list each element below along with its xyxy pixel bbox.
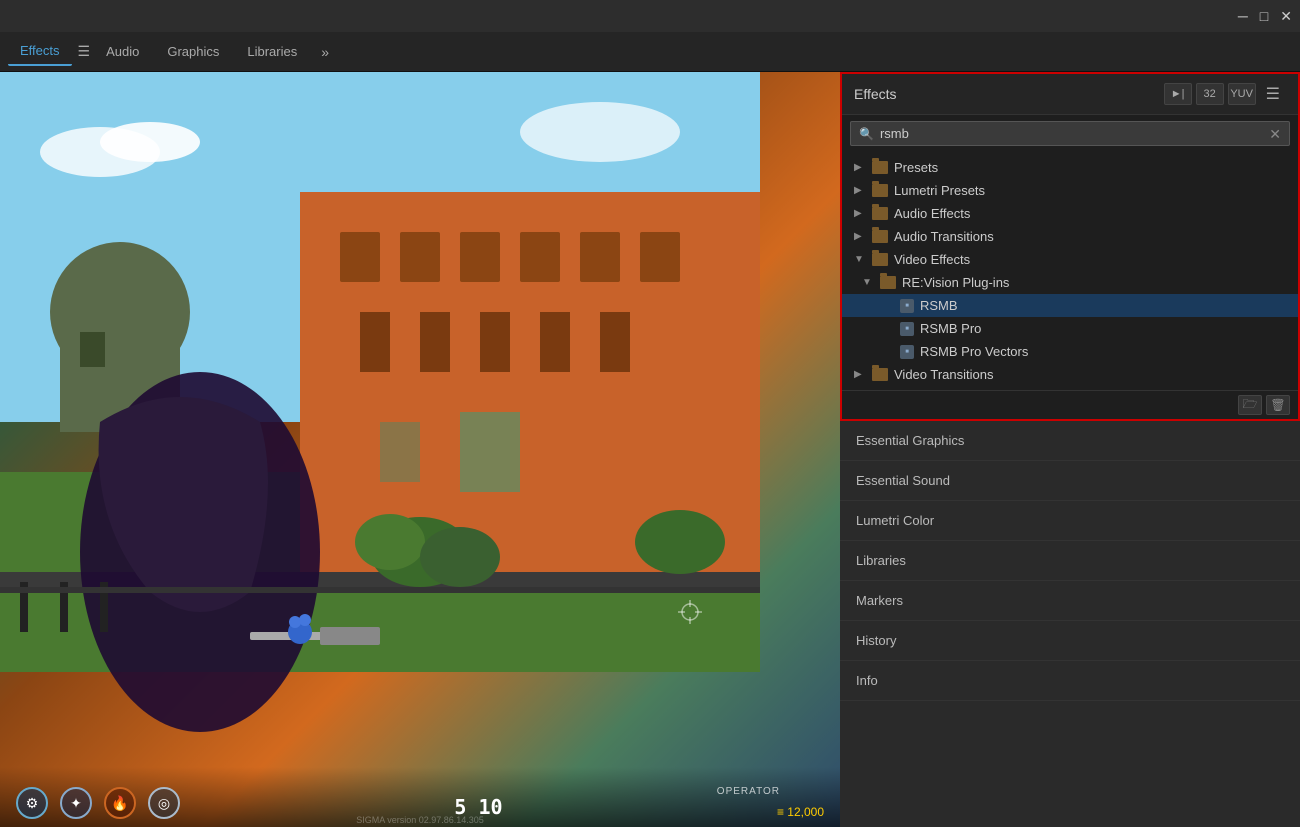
tree-item-video-transitions[interactable]: ▶ Video Transitions bbox=[842, 363, 1298, 386]
hud-score: ≡ 12,000 bbox=[777, 805, 824, 819]
delete-icon: 🗑 bbox=[1270, 398, 1285, 412]
tree-folder-icon-revision bbox=[880, 276, 896, 289]
tree-item-audio-effects[interactable]: ▶ Audio Effects bbox=[842, 202, 1298, 225]
tree-arrow-audio-transitions: ▶ bbox=[854, 231, 866, 242]
tree-arrow-revision: ▼ bbox=[862, 277, 874, 288]
tab-effects[interactable]: Effects bbox=[8, 37, 72, 66]
tree-arrow-lumetri: ▶ bbox=[854, 185, 866, 196]
close-button[interactable]: ✕ bbox=[1280, 9, 1292, 23]
title-bar-controls: ─ □ ✕ bbox=[1238, 9, 1292, 23]
tree-folder-icon-video-transitions bbox=[872, 368, 888, 381]
hud-ability-2: ✦ bbox=[60, 787, 92, 819]
tab-graphics[interactable]: Graphics bbox=[155, 38, 231, 65]
search-input-wrapper: 🔍 ✕ bbox=[850, 121, 1290, 146]
yuv-btn[interactable]: YUV bbox=[1228, 83, 1256, 105]
bit-depth-btn[interactable]: 32 bbox=[1196, 83, 1224, 105]
tree-label-revision: RE:Vision Plug-ins bbox=[902, 275, 1009, 290]
effects-panel-footer: 🗁 🗑 bbox=[842, 390, 1298, 419]
tab-libraries[interactable]: Libraries bbox=[235, 38, 309, 65]
tree-item-audio-transitions[interactable]: ▶ Audio Transitions bbox=[842, 225, 1298, 248]
tree-label-audio-transitions: Audio Transitions bbox=[894, 229, 994, 244]
tab-more-button[interactable]: » bbox=[321, 44, 329, 60]
search-input[interactable] bbox=[880, 126, 1263, 141]
effects-search-bar: 🔍 ✕ bbox=[842, 115, 1298, 152]
hud-abilities: ⚙ ✦ 🔥 ◎ bbox=[16, 787, 180, 819]
game-scene-svg bbox=[0, 72, 840, 827]
accelerate-icon-btn[interactable]: ►| bbox=[1164, 83, 1192, 105]
side-panel-history[interactable]: History bbox=[840, 621, 1300, 661]
new-folder-icon: 🗁 bbox=[1243, 395, 1258, 416]
effects-panel-title: Effects bbox=[854, 86, 897, 102]
tree-arrow-audio-effects: ▶ bbox=[854, 208, 866, 219]
search-icon: 🔍 bbox=[859, 127, 874, 141]
hud-version: SIGMA version 02.97.86.14.305 bbox=[356, 815, 484, 825]
new-folder-btn[interactable]: 🗁 bbox=[1238, 395, 1262, 415]
tree-item-rsmb[interactable]: RSMB bbox=[842, 294, 1298, 317]
hud-ability-3: 🔥 bbox=[104, 787, 136, 819]
tree-folder-icon-video-effects bbox=[872, 253, 888, 266]
tree-folder-icon-audio-effects bbox=[872, 207, 888, 220]
video-background: ⚙ ✦ 🔥 ◎ 5 10 ≡ 12,000 OPERATOR SIGMA ver… bbox=[0, 72, 840, 827]
tab-audio[interactable]: Audio bbox=[94, 38, 151, 65]
tree-item-revision[interactable]: ▼ RE:Vision Plug-ins bbox=[842, 271, 1298, 294]
hud-ability-1: ⚙ bbox=[16, 787, 48, 819]
side-panel-markers[interactable]: Markers bbox=[840, 581, 1300, 621]
tree-arrow-video-transitions: ▶ bbox=[854, 369, 866, 380]
tree-label-rsmb-pro: RSMB Pro bbox=[920, 321, 981, 336]
right-panel: Effects ►| 32 YUV ☰ 🔍 bbox=[840, 72, 1300, 827]
hud-ability-4: ◎ bbox=[148, 787, 180, 819]
tree-label-presets: Presets bbox=[894, 160, 938, 175]
side-panel-lumetri-color[interactable]: Lumetri Color bbox=[840, 501, 1300, 541]
tab-menu-icon[interactable]: ☰ bbox=[78, 43, 91, 60]
effects-tree: ▶ Presets ▶ Lumetri Presets ▶ Audio Effe… bbox=[842, 152, 1298, 390]
bit-depth-icon: 32 bbox=[1204, 88, 1216, 100]
tree-folder-icon-audio-transitions bbox=[872, 230, 888, 243]
side-panel-essential-graphics[interactable]: Essential Graphics bbox=[840, 421, 1300, 461]
video-preview: ⚙ ✦ 🔥 ◎ 5 10 ≡ 12,000 OPERATOR SIGMA ver… bbox=[0, 72, 840, 827]
tree-item-rsmb-pro[interactable]: RSMB Pro bbox=[842, 317, 1298, 340]
hud-operator-tag: OPERATOR bbox=[717, 786, 780, 797]
tree-effect-icon-rsmb-pro-vectors bbox=[900, 345, 914, 359]
tree-item-presets[interactable]: ▶ Presets bbox=[842, 156, 1298, 179]
title-bar: ─ □ ✕ bbox=[0, 0, 1300, 32]
effects-header-icons: ►| 32 YUV ☰ bbox=[1164, 82, 1286, 106]
effects-panel: Effects ►| 32 YUV ☰ 🔍 bbox=[840, 72, 1300, 421]
tree-effect-icon-rsmb-pro bbox=[900, 322, 914, 336]
effects-menu-btn[interactable]: ☰ bbox=[1260, 82, 1286, 106]
tree-label-video-effects: Video Effects bbox=[894, 252, 970, 267]
yuv-icon: YUV bbox=[1230, 88, 1253, 100]
tree-label-rsmb: RSMB bbox=[920, 298, 958, 313]
tree-label-audio-effects: Audio Effects bbox=[894, 206, 970, 221]
tree-item-video-effects[interactable]: ▼ Video Effects bbox=[842, 248, 1298, 271]
tree-folder-icon-presets bbox=[872, 161, 888, 174]
side-panel-info[interactable]: Info bbox=[840, 661, 1300, 701]
tree-arrow-presets: ▶ bbox=[854, 162, 866, 173]
tree-label-lumetri: Lumetri Presets bbox=[894, 183, 985, 198]
side-panel-libraries[interactable]: Libraries bbox=[840, 541, 1300, 581]
main-area: ⚙ ✦ 🔥 ◎ 5 10 ≡ 12,000 OPERATOR SIGMA ver… bbox=[0, 72, 1300, 827]
side-panels-list: Essential Graphics Essential Sound Lumet… bbox=[840, 421, 1300, 827]
tab-bar: Effects ☰ Audio Graphics Libraries » bbox=[0, 32, 1300, 72]
maximize-button[interactable]: □ bbox=[1260, 9, 1268, 23]
tree-effect-icon-rsmb bbox=[900, 299, 914, 313]
effects-panel-header: Effects ►| 32 YUV ☰ bbox=[842, 74, 1298, 115]
tree-folder-icon-lumetri bbox=[872, 184, 888, 197]
tree-arrow-video-effects: ▼ bbox=[854, 254, 866, 265]
tree-label-rsmb-pro-vectors: RSMB Pro Vectors bbox=[920, 344, 1028, 359]
search-clear-button[interactable]: ✕ bbox=[1269, 127, 1281, 141]
side-panel-essential-sound[interactable]: Essential Sound bbox=[840, 461, 1300, 501]
tree-label-video-transitions: Video Transitions bbox=[894, 367, 994, 382]
tree-item-rsmb-pro-vectors[interactable]: RSMB Pro Vectors bbox=[842, 340, 1298, 363]
accelerate-icon: ►| bbox=[1171, 88, 1185, 100]
tree-item-lumetri[interactable]: ▶ Lumetri Presets bbox=[842, 179, 1298, 202]
minimize-button[interactable]: ─ bbox=[1238, 9, 1248, 23]
delete-btn[interactable]: 🗑 bbox=[1266, 395, 1290, 415]
